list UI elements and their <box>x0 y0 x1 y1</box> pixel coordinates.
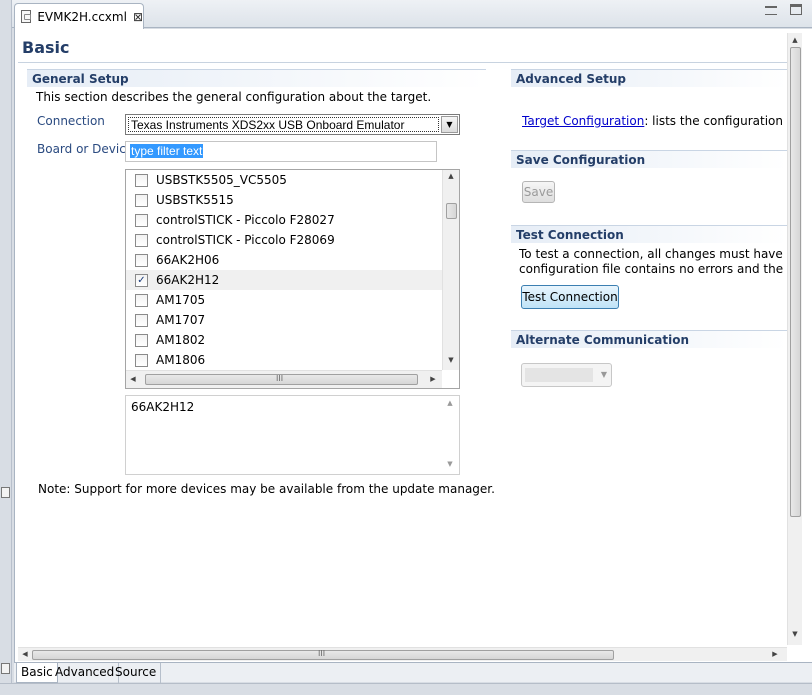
scroll-left-icon[interactable]: ◀ <box>18 650 32 658</box>
device-list-vscroll[interactable]: ▲ ▼ <box>442 170 459 370</box>
board-or-device-label: Board or Device <box>37 142 134 156</box>
checkbox[interactable] <box>135 193 148 207</box>
list-item[interactable]: 66AK2H06 <box>126 250 442 270</box>
page-title: Basic <box>22 38 70 57</box>
list-item[interactable]: AM1705 <box>126 290 442 310</box>
connection-select[interactable]: Texas Instruments XDS2xx USB Onboard Emu… <box>125 114 460 135</box>
tab-advanced[interactable]: Advanced <box>51 663 120 683</box>
test-connection-description-line2: configuration file contains no errors an… <box>519 262 787 276</box>
checkbox[interactable] <box>135 313 148 327</box>
scroll-up-icon[interactable]: ▲ <box>788 36 802 44</box>
save-button[interactable]: Save <box>522 181 555 203</box>
list-item-label: 66AK2H06 <box>156 253 220 267</box>
selected-device-box[interactable]: 66AK2H12 ▲ ▼ <box>125 395 460 475</box>
status-strip <box>0 683 812 695</box>
test-connection-description-line1: To test a connection, all changes must h… <box>519 247 787 261</box>
general-setup-description: This section describes the general confi… <box>36 90 432 104</box>
minimize-icon[interactable] <box>765 6 777 15</box>
scroll-grip: III <box>318 649 326 658</box>
list-item-label: USBSTK5505_VC5505 <box>156 173 287 187</box>
page-tab-bar: Basic Advanced Source <box>14 662 812 683</box>
scroll-up-icon[interactable]: ▲ <box>444 172 458 180</box>
checkbox-check-icon[interactable]: ✓ <box>135 273 148 287</box>
checkbox[interactable] <box>135 253 148 267</box>
scroll-down-icon[interactable]: ▼ <box>444 356 458 364</box>
list-item-label: USBSTK5515 <box>156 193 234 207</box>
list-item-label: 66AK2H12 <box>156 273 220 287</box>
list-item-label: AM1707 <box>156 313 206 327</box>
list-item-label: AM1806 <box>156 353 206 367</box>
list-item-label: AM1705 <box>156 293 206 307</box>
tab-source[interactable]: Source <box>111 663 162 683</box>
save-configuration-header[interactable]: Save Configuration <box>511 150 787 168</box>
checkbox[interactable] <box>135 213 148 227</box>
device-filter-input[interactable]: type filter text <box>125 141 437 162</box>
list-item[interactable]: AM1806 <box>126 350 442 370</box>
scroll-thumb[interactable] <box>790 47 801 517</box>
page-vscroll[interactable]: ▲ ▼ <box>787 33 802 645</box>
device-list-hscroll[interactable]: ◀ III ▶ <box>126 370 442 388</box>
maximize-icon[interactable] <box>790 4 802 15</box>
list-item[interactable]: AM1707 <box>126 310 442 330</box>
device-list[interactable]: USBSTK5505_VC5505 USBSTK5515 controlSTIC… <box>125 169 460 389</box>
test-connection-button[interactable]: Test Connection <box>521 285 619 309</box>
general-setup-header[interactable]: General Setup <box>27 69 486 87</box>
editor-tab-title: EVMK2H.ccxml <box>37 9 127 24</box>
scroll-down-icon[interactable]: ▼ <box>788 630 802 638</box>
scroll-down-icon[interactable]: ▼ <box>443 460 457 468</box>
list-item[interactable]: USBSTK5505_VC5505 <box>126 170 442 190</box>
scroll-grip: III <box>276 374 284 383</box>
selected-device-text: 66AK2H12 <box>131 400 195 414</box>
close-icon[interactable]: ⊠ <box>133 10 143 24</box>
scroll-thumb[interactable] <box>446 203 457 219</box>
left-trim-bar <box>0 0 12 695</box>
advanced-setup-header[interactable]: Advanced Setup <box>511 69 787 87</box>
checkbox[interactable] <box>135 293 148 307</box>
list-item[interactable]: AM1802 <box>126 330 442 350</box>
editor-tab[interactable]: EVMK2H.ccxml ⊠ <box>14 3 144 29</box>
list-item-label: AM1802 <box>156 333 206 347</box>
scroll-left-icon[interactable]: ◀ <box>126 375 140 383</box>
checkbox[interactable] <box>135 333 148 347</box>
list-item-label: controlSTICK - Piccolo F28027 <box>156 213 335 227</box>
checkbox[interactable] <box>135 233 148 247</box>
update-manager-note: Note: Support for more devices may be av… <box>38 482 495 496</box>
connection-select-value: Texas Instruments XDS2xx USB Onboard Emu… <box>128 117 439 132</box>
target-config-description: : lists the configuration options <box>644 114 787 128</box>
dropdown-arrow-icon[interactable]: ▼ <box>601 370 607 379</box>
checkbox[interactable] <box>135 173 148 187</box>
view-icon[interactable] <box>1 663 10 674</box>
target-configuration-link[interactable]: Target Configuration <box>522 114 644 128</box>
connection-label: Connection <box>37 114 105 128</box>
selected-box-vscroll[interactable]: ▲ ▼ <box>442 396 459 474</box>
list-item-label: controlSTICK - Piccolo F28069 <box>156 233 335 247</box>
title-separator <box>18 62 790 63</box>
scroll-up-icon[interactable]: ▲ <box>443 399 457 407</box>
checkbox[interactable] <box>135 353 148 367</box>
test-connection-header[interactable]: Test Connection <box>511 225 787 243</box>
view-icon[interactable] <box>1 487 10 498</box>
alternate-communication-combo[interactable]: ▼ <box>521 363 612 387</box>
scroll-right-icon[interactable]: ▶ <box>426 375 440 383</box>
list-item[interactable]: controlSTICK - Piccolo F28069 <box>126 230 442 250</box>
dropdown-arrow-icon[interactable]: ▼ <box>441 116 458 133</box>
page-hscroll[interactable]: ◀ III ▶ <box>18 647 787 661</box>
combo-value <box>525 368 593 382</box>
list-item-selected[interactable]: ✓ 66AK2H12 <box>126 270 442 290</box>
file-icon <box>21 10 32 23</box>
list-item[interactable]: controlSTICK - Piccolo F28027 <box>126 210 442 230</box>
filter-placeholder: type filter text <box>130 144 204 158</box>
scroll-right-icon[interactable]: ▶ <box>768 650 782 658</box>
alternate-communication-header[interactable]: Alternate Communication <box>511 330 787 348</box>
list-item[interactable]: USBSTK5515 <box>126 190 442 210</box>
target-config-row: Target Configuration: lists the configur… <box>522 114 787 128</box>
